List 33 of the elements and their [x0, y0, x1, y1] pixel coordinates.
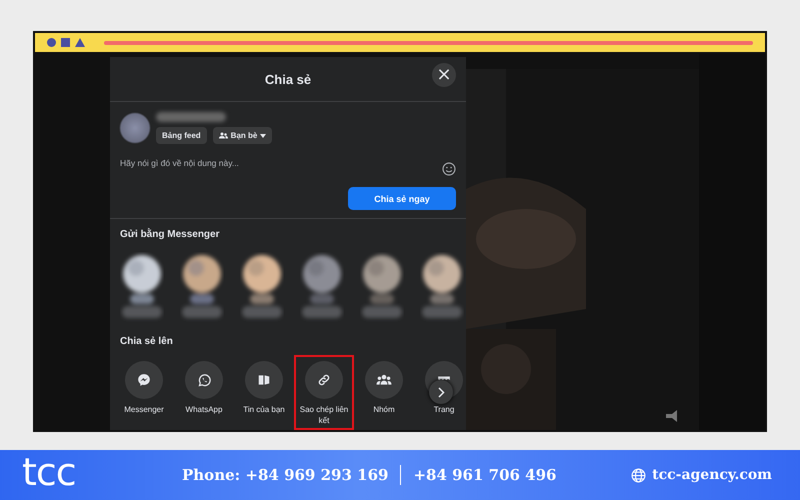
- share-now-button[interactable]: Chia sẻ ngay: [348, 187, 456, 210]
- audience-chip[interactable]: Bảng feed: [156, 127, 207, 144]
- next-button[interactable]: [429, 380, 453, 404]
- share-target-button[interactable]: Messenger: [114, 355, 174, 419]
- whatsapp-icon: [196, 372, 212, 388]
- logo: tcc: [21, 452, 77, 496]
- share-target-button[interactable]: Tin của bạn: [234, 355, 294, 419]
- triangle-icon: [75, 38, 85, 47]
- share-target-button[interactable]: Sao chép liên kết: [294, 355, 354, 430]
- square-icon: [61, 38, 70, 47]
- blurred-name: [156, 112, 226, 122]
- people-icon: [218, 132, 228, 139]
- emoji-icon[interactable]: [442, 162, 456, 176]
- circle-icon: [47, 38, 56, 47]
- globe-icon: [631, 468, 646, 482]
- close-button[interactable]: ×: [432, 63, 456, 87]
- section-heading: Gửi bằng Messenger: [119, 227, 220, 240]
- avatar: [120, 113, 150, 143]
- audience-chip[interactable]: Bạn bè: [212, 127, 272, 144]
- messenger-icon: [137, 373, 151, 387]
- link-icon: [317, 373, 331, 387]
- website-text: tcc-agency.com: [652, 467, 772, 483]
- caret-icon: [260, 134, 266, 138]
- post-text-field[interactable]: Hãy nói gì đó về nội dung này...: [120, 158, 420, 168]
- chevron-right-icon: [438, 386, 444, 398]
- group-icon: [376, 373, 392, 387]
- share-target-button[interactable]: WhatsApp: [174, 355, 234, 419]
- phone-text: Phone: +84 969 293 169: [182, 466, 388, 484]
- section-heading: Chia sẻ lên: [119, 335, 174, 347]
- phone-text: +84 961 706 496: [413, 466, 556, 484]
- share-target-button[interactable]: Nhóm: [354, 355, 414, 419]
- book-icon: [257, 373, 271, 387]
- dialog-title: Chia sẻ: [264, 72, 312, 86]
